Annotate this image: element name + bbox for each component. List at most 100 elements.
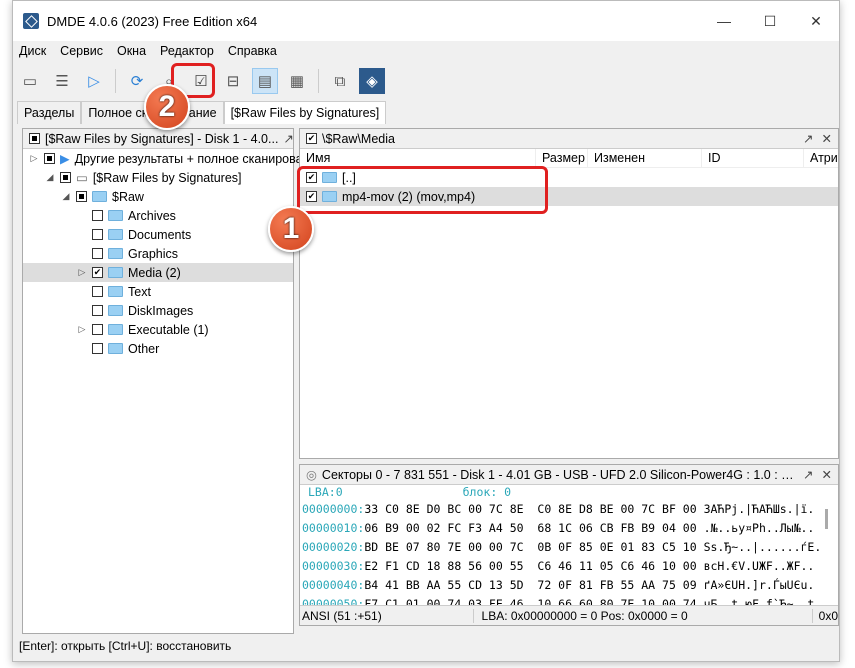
panels-icon[interactable]: ⧉ (327, 68, 353, 94)
hex-address: 00000050: (302, 597, 365, 605)
col-modified[interactable]: Изменен (588, 149, 702, 167)
expand-icon[interactable]: ▷ (29, 153, 39, 164)
extra-status: 0x0 (818, 608, 838, 623)
minimize-button[interactable]: — (701, 1, 747, 41)
tree-label: Executable (1) (128, 322, 209, 337)
refresh-icon[interactable]: ⟳ (124, 68, 150, 94)
tree-item[interactable]: ▷ ▶ Другие результаты + полное сканировани… (23, 149, 324, 168)
encoding-status[interactable]: ANSI (51 :+51) (300, 608, 474, 623)
hex-text: .№..ьу¤Ph..Лы№.. (703, 521, 815, 535)
tree-label: Media (2) (128, 265, 181, 280)
tree-item[interactable]: ▷ Executable (1) (23, 320, 293, 339)
hex-address: 00000040: (302, 578, 365, 592)
hex-text: чБ..t.юF.f`Ђ~..t (703, 597, 815, 605)
expand-icon[interactable]: ◢ (45, 172, 55, 183)
app-window: DMDE 4.0.6 (2023) Free Edition x64 — ☐ ✕… (12, 0, 840, 662)
undock-icon[interactable]: ↗ (283, 131, 293, 146)
tree-item[interactable]: Graphics (23, 244, 293, 263)
tree-checkbox[interactable] (60, 172, 71, 183)
dmde-icon[interactable]: ◈ (359, 68, 385, 94)
tree-item[interactable]: DiskImages (23, 301, 293, 320)
tree-checkbox[interactable] (92, 286, 103, 297)
tree-item[interactable]: Archives (23, 206, 293, 225)
status-bar: [Enter]: открыть [Ctrl+U]: восстановить (19, 639, 232, 653)
hex-bytes: E2 F1 CD 18 88 56 00 55 C6 46 11 05 C6 4… (364, 559, 704, 573)
hex-address: 00000030: (302, 559, 365, 573)
tree-checkbox[interactable] (92, 343, 103, 354)
tree-item[interactable]: ◢ ▭ [$Raw Files by Signatures] (23, 168, 293, 187)
partitions-icon[interactable]: ☰ (49, 68, 75, 94)
tree-label: Graphics (128, 246, 179, 261)
panel-checkbox[interactable] (306, 133, 317, 144)
tree-checkbox[interactable] (44, 153, 55, 164)
folder-icon (92, 191, 107, 202)
hex-line: 00000020:BD BE 07 80 7E 00 00 7C 0B 0F 8… (300, 538, 838, 557)
tree-view-icon[interactable]: ⊟ (220, 68, 246, 94)
menu-help[interactable]: Справка (228, 44, 277, 58)
folder-icon (108, 324, 123, 335)
step-badge-2: 2 (144, 84, 190, 130)
hex-address: 00000020: (302, 540, 365, 554)
tree-label: $Raw (112, 189, 144, 204)
tree-item[interactable]: Text (23, 282, 293, 301)
hex-status: ANSI (51 :+51) LBA: 0x00000000 = 0 Pos: … (300, 605, 838, 625)
tree-item[interactable]: Documents (23, 225, 293, 244)
folder-icon (108, 305, 123, 316)
tree-checkbox[interactable] (92, 305, 103, 316)
hex-bytes: F7 C1 01 00 74 03 FE 46 10 66 60 80 7E 1… (364, 597, 704, 605)
panel-checkbox[interactable] (29, 133, 40, 144)
hex-header: LBA:0 блок: 0 (300, 485, 838, 500)
hex-text: всН.€V.UЖF..ЖF.. (703, 559, 815, 573)
window-title: DMDE 4.0.6 (2023) Free Edition x64 (47, 13, 258, 29)
expand-icon[interactable]: ▷ (77, 324, 87, 335)
hex-line: 00000040:B4 41 BB AA 55 CD 13 5D 72 0F 8… (300, 576, 838, 595)
close-panel-icon[interactable]: ✕ (822, 467, 832, 482)
tree-checkbox[interactable] (92, 267, 103, 278)
col-attr[interactable]: Атри (804, 149, 838, 167)
expand-icon[interactable]: ◢ (61, 191, 71, 202)
sectors-icon: ◎ (306, 468, 317, 482)
col-id[interactable]: ID (702, 149, 804, 167)
menu-service[interactable]: Сервис (60, 44, 103, 58)
panel-path: \$Raw\Media (322, 131, 395, 146)
play-icon[interactable]: ▷ (81, 68, 107, 94)
grid-view-icon[interactable]: ▦ (284, 68, 310, 94)
folder-icon (108, 267, 123, 278)
tree-checkbox[interactable] (92, 229, 103, 240)
col-size[interactable]: Размер (536, 149, 588, 167)
close-button[interactable]: ✕ (793, 1, 839, 41)
step-badge-1: 1 (268, 206, 314, 252)
maximize-button[interactable]: ☐ (747, 1, 793, 41)
menu-editor[interactable]: Редактор (160, 44, 214, 58)
tree-label: Other (128, 341, 160, 356)
lba-label: LBA:0 (308, 485, 343, 499)
undock-icon[interactable]: ↗ (803, 467, 813, 482)
tree-checkbox[interactable] (92, 210, 103, 221)
title-bar: DMDE 4.0.6 (2023) Free Edition x64 — ☐ ✕ (13, 1, 839, 41)
tab-partitions[interactable]: Разделы (17, 101, 82, 124)
folder-tree: ▷ ▶ Другие результаты + полное сканировани… (23, 149, 324, 358)
tree-item[interactable]: Other (23, 339, 293, 358)
hex-line: 00000030:E2 F1 CD 18 88 56 00 55 C6 46 1… (300, 557, 838, 576)
col-name[interactable]: Имя (300, 149, 536, 167)
hex-bytes: BD BE 07 80 7E 00 00 7C 0B 0F 85 0E 01 8… (364, 540, 704, 554)
tree-panel: [$Raw Files by Signatures] - Disk 1 - 4.… (22, 128, 324, 634)
hex-view[interactable]: 00000000:33 C0 8E D0 BC 00 7C 8E C0 8E D… (300, 500, 838, 605)
hex-text: Ѕѕ.Ђ~..|......ѓЕ. (703, 540, 822, 554)
list-view-icon[interactable]: ▤ (252, 68, 278, 94)
disk-icon[interactable]: ▭ (17, 68, 43, 94)
tree-item[interactable]: ▷ Media (2) (23, 263, 293, 282)
tree-label: DiskImages (128, 303, 194, 318)
hex-address: 00000000: (302, 502, 365, 516)
tab-raw-files[interactable]: [$Raw Files by Signatures] (223, 101, 387, 124)
close-panel-icon[interactable]: ✕ (822, 131, 832, 146)
tree-checkbox[interactable] (92, 324, 103, 335)
undock-icon[interactable]: ↗ (803, 131, 813, 146)
tree-checkbox[interactable] (92, 248, 103, 259)
menu-windows[interactable]: Окна (117, 44, 146, 58)
menu-disk[interactable]: Диск (19, 44, 46, 58)
tree-item[interactable]: ◢ $Raw (23, 187, 293, 206)
expand-icon[interactable]: ▷ (77, 267, 87, 278)
scrollbar[interactable] (825, 509, 828, 529)
tree-checkbox[interactable] (76, 191, 87, 202)
